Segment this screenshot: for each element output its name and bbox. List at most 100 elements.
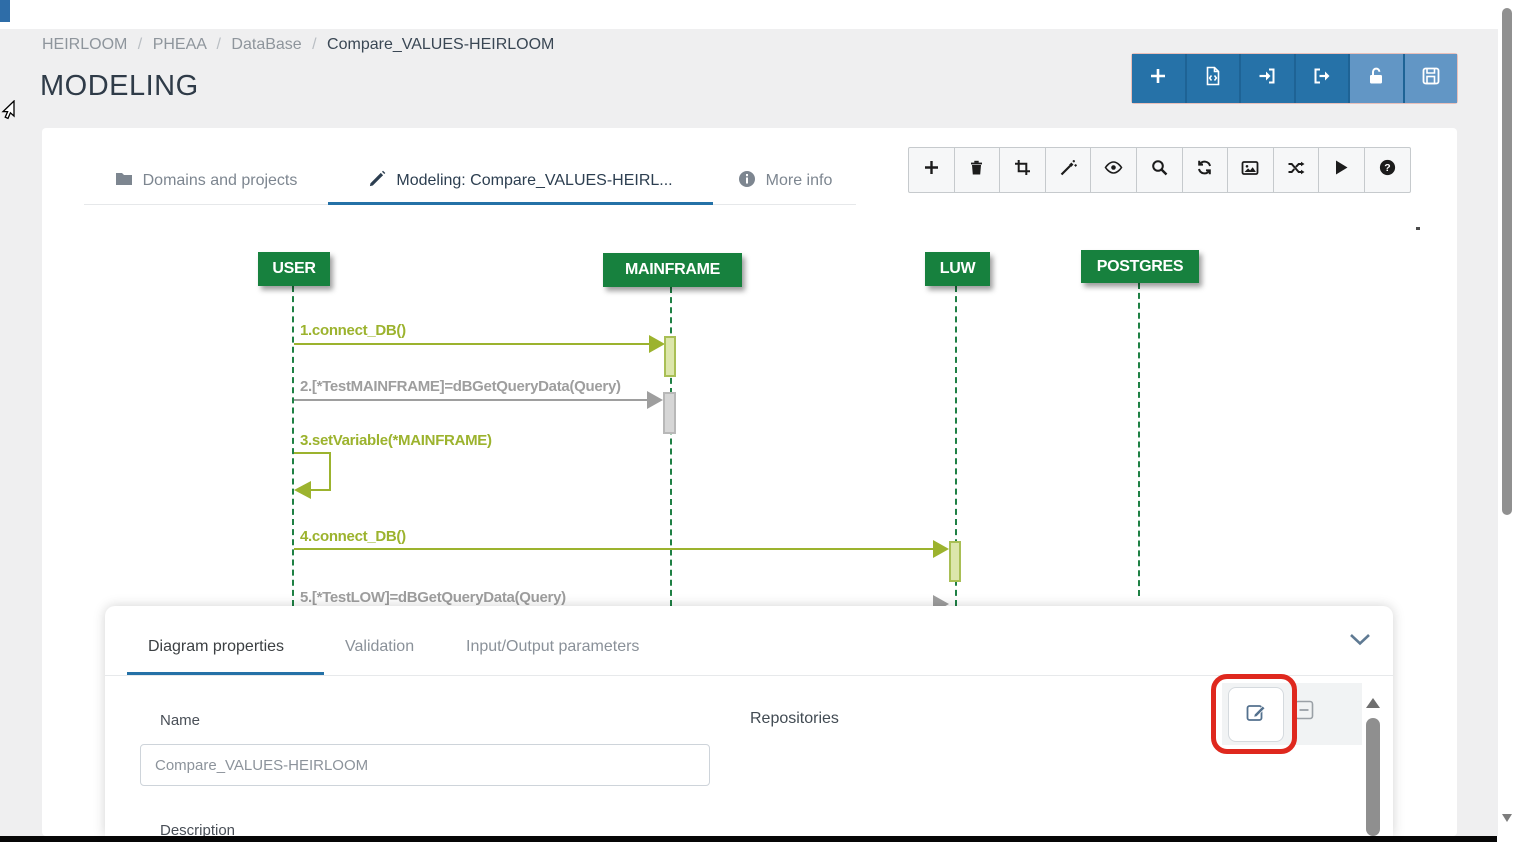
play-icon [1334,159,1349,181]
breadcrumb-item-current: Compare_VALUES-HEIRLOOM [327,36,554,53]
plus-icon [923,159,940,181]
page-scrollbar-down-arrow[interactable] [1502,814,1512,822]
breadcrumb-separator: / [312,36,316,53]
repositories-label: Repositories [750,710,839,728]
message-arrowhead [649,335,665,353]
message-line[interactable] [294,399,648,401]
breadcrumb-item[interactable]: DataBase [231,36,301,53]
properties-panel: Diagram properties Validation Input/Outp… [105,606,1393,836]
plus-icon [1148,66,1168,91]
lifeline-head-user[interactable]: USER [258,252,330,286]
panel-tab-divider [105,675,1393,676]
breadcrumb-separator: / [217,36,221,53]
breadcrumb-item[interactable]: PHEAA [153,36,206,53]
message-line[interactable] [294,343,650,345]
breadcrumb-item[interactable]: HEIRLOOM [42,36,127,53]
remove-repository-button[interactable] [1292,700,1316,724]
message-arrowhead [294,481,311,499]
file-code-icon [1203,66,1223,91]
add-element-button[interactable] [909,148,954,192]
lifeline-head-luw[interactable]: LUW [925,252,990,286]
info-icon [738,170,756,193]
save-button[interactable] [1403,54,1458,103]
refresh-button[interactable] [1182,148,1228,192]
rearrange-button[interactable] [1273,148,1319,192]
message-arrowhead [647,391,663,409]
lifeline-user [292,286,294,606]
diagram-toolbar: ? [908,147,1411,193]
question-circle-icon: ? [1379,159,1396,181]
message-line[interactable] [294,548,934,550]
tab-label: More info [766,172,833,190]
save-icon [1421,66,1441,91]
crop-button[interactable] [999,148,1045,192]
lifeline-head-mainframe[interactable]: MAINFRAME [603,253,742,287]
search-icon [1151,159,1168,181]
add-button[interactable] [1132,54,1185,103]
edit-repositories-button[interactable] [1228,687,1284,742]
run-button[interactable] [1318,148,1364,192]
message-label[interactable]: 5.[*TestLOW]=dBGetQueryData(Query) [300,589,566,606]
lifeline-postgres [1138,283,1140,596]
zoom-button[interactable] [1136,148,1182,192]
tab-domains-and-projects[interactable]: Domains and projects [84,158,328,204]
pencil-square-icon [1245,701,1267,728]
eye-icon [1104,160,1123,180]
self-message-bottom-line [309,489,331,491]
mouse-cursor [0,100,16,127]
panel-scrollbar-thumb[interactable] [1366,718,1380,836]
canvas-corner-dot [1416,227,1420,230]
message-arrowhead [933,540,949,558]
breadcrumb-separator: / [138,36,142,53]
panel-tab-diagram-properties[interactable]: Diagram properties [148,638,284,656]
panel-tab-validation[interactable]: Validation [345,638,414,656]
page-scrollbar-thumb[interactable] [1502,8,1512,515]
chevron-down-icon [1349,633,1371,652]
name-input[interactable] [140,744,710,786]
sign-in-icon [1257,66,1277,91]
message-label[interactable]: 4.connect_DB() [300,528,406,545]
self-message-top-line[interactable] [294,452,331,454]
shuffle-icon [1287,160,1305,181]
preview-button[interactable] [1090,148,1136,192]
message-label[interactable]: 3.setVariable(*MAINFRAME) [300,432,492,449]
self-message-side-line [329,452,331,490]
breadcrumb: HEIRLOOM / PHEAA / DataBase / Compare_VA… [42,36,554,54]
magic-wand-button[interactable] [1045,148,1091,192]
model-actions-toolbar [1131,53,1458,104]
tab-modeling[interactable]: Modeling: Compare_VALUES-HEIRL... [328,158,714,204]
check-out-button[interactable] [1294,54,1349,103]
collapse-panel-button[interactable] [1345,630,1375,654]
tab-more-info[interactable]: More info [714,158,856,204]
active-tab-underline [328,202,713,205]
lifeline-head-postgres[interactable]: POSTGRES [1081,250,1199,283]
export-model-button[interactable] [1185,54,1240,103]
name-field-label: Name [160,712,200,729]
image-icon [1241,160,1259,181]
check-in-button[interactable] [1239,54,1294,103]
trash-icon [968,159,985,181]
tab-label: Domains and projects [143,172,298,190]
panel-scroll-up-arrow[interactable] [1366,698,1380,708]
minus-square-icon [1294,700,1314,725]
workspace-tabstrip: Domains and projects Modeling: Compare_V… [84,158,856,205]
window-bottom-edge [0,836,1497,842]
activation-bar[interactable] [949,541,961,582]
magic-wand-icon [1060,159,1077,181]
browser-accent-bar [0,0,10,22]
lifeline-mainframe [670,287,672,606]
pencil-icon [369,170,386,192]
activation-bar[interactable] [664,336,676,377]
export-image-button[interactable] [1227,148,1273,192]
help-button[interactable]: ? [1364,148,1410,192]
description-field-label: Description [160,822,235,836]
unlock-icon [1366,66,1386,91]
unlock-button[interactable] [1348,54,1403,103]
message-label[interactable]: 2.[*TestMAINFRAME]=dBGetQueryData(Query) [300,378,621,395]
delete-button[interactable] [954,148,1000,192]
refresh-icon [1196,159,1213,181]
message-label[interactable]: 1.connect_DB() [300,322,406,339]
activation-bar[interactable] [663,392,676,434]
panel-tab-io-parameters[interactable]: Input/Output parameters [466,638,639,656]
folder-icon [115,171,133,192]
